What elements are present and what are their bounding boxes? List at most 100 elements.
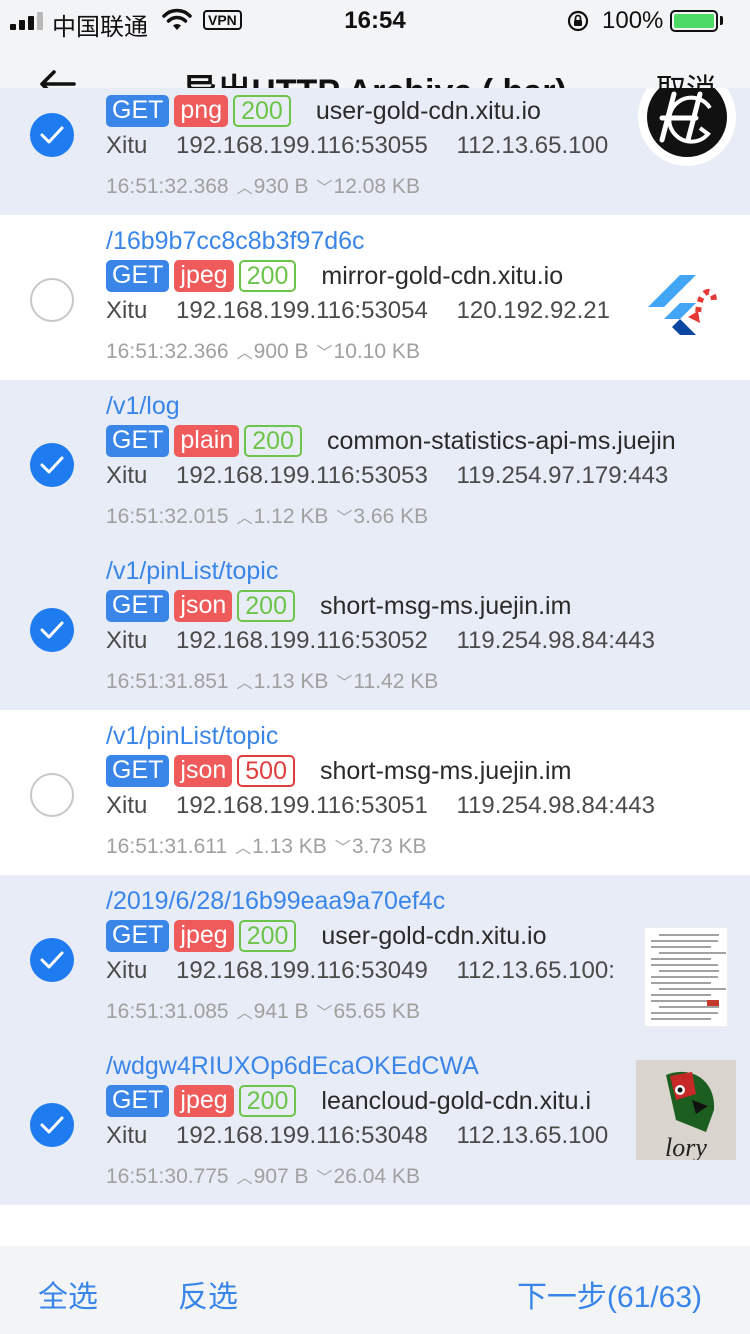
- lory-parrot-thumbnail: lory: [636, 1060, 736, 1160]
- method-badge: GET: [106, 920, 170, 952]
- request-tags: GET json 200 short-msg-ms.juejin.im: [106, 590, 571, 622]
- connection-info: Xitu 192.168.199.116:53052 119.254.98.84…: [106, 627, 677, 655]
- request-path: /v1/...: [106, 88, 167, 91]
- checkmark-icon: [40, 621, 64, 639]
- download-arrow-icon: ﹀: [316, 345, 333, 362]
- transfer-stats: 16:51:31.611 ︿1.13 KB ﹀3.73 KB: [106, 834, 427, 859]
- status-code-badge: 200: [244, 425, 302, 457]
- remote-address: 119.254.98.84:443: [456, 792, 655, 819]
- request-host: leancloud-gold-cdn.xitu.i: [321, 1087, 591, 1115]
- flutter-logo-thumbnail: [640, 257, 726, 343]
- request-path: /v1/pinList/topic: [106, 722, 279, 750]
- transfer-stats: 16:51:31.085 ︿941 B ﹀65.65 KB: [106, 999, 420, 1024]
- document-scan-thumbnail: [644, 927, 728, 1027]
- remote-address: 120.192.92.21: [456, 297, 610, 324]
- checkbox-checked[interactable]: [30, 443, 74, 487]
- checkbox-checked[interactable]: [30, 938, 74, 982]
- download-arrow-icon: ﹀: [316, 1170, 333, 1187]
- request-row[interactable]: /v1/pinList/topic GET json 200 short-msg…: [0, 545, 750, 710]
- download-size: 65.65 KB: [333, 1000, 420, 1023]
- download-size: 26.04 KB: [333, 1165, 420, 1188]
- transfer-stats: 16:51:32.368 ︿930 B ﹀12.08 KB: [106, 174, 420, 199]
- remote-address: 112.13.65.100: [456, 1122, 609, 1149]
- content-type-badge: jpeg: [174, 920, 234, 952]
- status-code-badge: 200: [237, 590, 295, 622]
- request-path: /2019/6/28/16b99eaa9a70ef4c: [106, 887, 446, 915]
- upload-size: 900 B: [253, 340, 309, 363]
- upload-size: 1.13 KB: [253, 670, 329, 693]
- checkbox-checked[interactable]: [30, 113, 74, 157]
- request-path: /v1/pinList/topic: [106, 557, 279, 585]
- content-type-badge: jpeg: [174, 1085, 234, 1117]
- request-path: /16b9b7cc8c8b3f97d6c: [106, 227, 365, 255]
- upload-size: 907 B: [253, 1165, 309, 1188]
- request-list[interactable]: /v1/... GET png 200 user-gold-cdn.xitu.i…: [0, 88, 750, 1246]
- upload-arrow-icon: ︿: [236, 180, 253, 197]
- download-size: 10.10 KB: [333, 340, 420, 363]
- request-tags: GET png 200 user-gold-cdn.xitu.io: [106, 95, 541, 127]
- connection-info: Xitu 192.168.199.116:53051 119.254.98.84…: [106, 792, 677, 820]
- method-badge: GET: [106, 95, 170, 127]
- request-row[interactable]: /v1/... GET png 200 user-gold-cdn.xitu.i…: [0, 88, 750, 215]
- hg-logo-thumbnail: [638, 88, 736, 166]
- bottom-bar: 全选 反选 下一步(61/63): [0, 1246, 750, 1334]
- download-arrow-icon: ﹀: [336, 510, 353, 527]
- battery-icon: [670, 10, 718, 32]
- checkmark-icon: [40, 456, 64, 474]
- request-host: short-msg-ms.juejin.im: [320, 592, 572, 620]
- request-tags: GET jpeg 200 leancloud-gold-cdn.xitu.i: [106, 1085, 591, 1117]
- request-row[interactable]: /16b9b7cc8c8b3f97d6c GET jpeg 200 mirror…: [0, 215, 750, 380]
- remote-address: 112.13.65.100:: [456, 957, 615, 984]
- status-bar: 中国联通 VPN 16:54 100%: [0, 0, 750, 42]
- battery-percent: 100%: [602, 7, 664, 34]
- download-arrow-icon: ﹀: [316, 180, 333, 197]
- method-badge: GET: [106, 755, 170, 787]
- invert-selection-button[interactable]: 反选: [178, 1272, 238, 1316]
- checkbox-unchecked[interactable]: [30, 278, 74, 322]
- remote-address: 112.13.65.100: [456, 132, 609, 159]
- content-type-badge: json: [174, 755, 233, 787]
- rotation-lock-icon: [567, 10, 589, 32]
- checkbox-unchecked[interactable]: [30, 773, 74, 817]
- method-badge: GET: [106, 425, 170, 457]
- request-time: 16:51:31.611: [106, 835, 228, 858]
- app-name: Xitu: [106, 297, 148, 324]
- request-host: user-gold-cdn.xitu.io: [315, 97, 541, 125]
- upload-size: 1.12 KB: [253, 505, 329, 528]
- request-row[interactable]: /v1/log GET plain 200 common-statistics-…: [0, 380, 750, 545]
- connection-info: Xitu 192.168.199.116:53053 119.254.97.17…: [106, 462, 690, 490]
- request-row[interactable]: /2019/6/28/16b99eaa9a70ef4c GET jpeg 200…: [0, 875, 750, 1040]
- download-arrow-icon: ﹀: [334, 840, 351, 857]
- request-time: 16:51:32.015: [106, 505, 229, 528]
- local-address: 192.168.199.116:53049: [176, 957, 428, 984]
- transfer-stats: 16:51:31.851 ︿1.13 KB ﹀11.42 KB: [106, 669, 438, 694]
- request-tags: GET jpeg 200 user-gold-cdn.xitu.io: [106, 920, 547, 952]
- request-row[interactable]: /wdgw4RIUXOp6dEcaOKEdCWA GET jpeg 200 le…: [0, 1040, 750, 1205]
- method-badge: GET: [106, 1085, 170, 1117]
- upload-arrow-icon: ︿: [236, 675, 253, 692]
- checkbox-checked[interactable]: [30, 608, 74, 652]
- next-step-button[interactable]: 下一步(61/63): [517, 1272, 702, 1316]
- checkbox-checked[interactable]: [30, 1103, 74, 1147]
- status-code-badge: 200: [238, 260, 297, 292]
- request-host: mirror-gold-cdn.xitu.io: [321, 262, 564, 290]
- connection-info: Xitu 192.168.199.116:53055 112.13.65.100: [106, 132, 630, 160]
- transfer-stats: 16:51:32.015 ︿1.12 KB ﹀3.66 KB: [106, 504, 428, 529]
- request-host: common-statistics-api-ms.juejin: [326, 427, 676, 455]
- transfer-stats: 16:51:32.366 ︿900 B ﹀10.10 KB: [106, 339, 420, 364]
- upload-size: 930 B: [253, 175, 309, 198]
- request-time: 16:51:32.368: [106, 175, 229, 198]
- request-time: 16:51:30.775: [106, 1165, 229, 1188]
- content-type-badge: png: [174, 95, 229, 127]
- download-size: 12.08 KB: [333, 175, 420, 198]
- upload-arrow-icon: ︿: [236, 510, 253, 527]
- remote-address: 119.254.97.179:443: [456, 462, 669, 489]
- svg-text:lory: lory: [665, 1133, 707, 1160]
- app-name: Xitu: [106, 132, 148, 159]
- select-all-button[interactable]: 全选: [38, 1272, 98, 1316]
- request-row[interactable]: /v1/pinList/topic GET json 500 short-msg…: [0, 710, 750, 875]
- upload-arrow-icon: ︿: [236, 1005, 253, 1022]
- connection-info: Xitu 192.168.199.116:53049 112.13.65.100…: [106, 957, 637, 985]
- request-tags: GET jpeg 200 mirror-gold-cdn.xitu.io: [106, 260, 563, 292]
- request-tags: GET json 500 short-msg-ms.juejin.im: [106, 755, 571, 787]
